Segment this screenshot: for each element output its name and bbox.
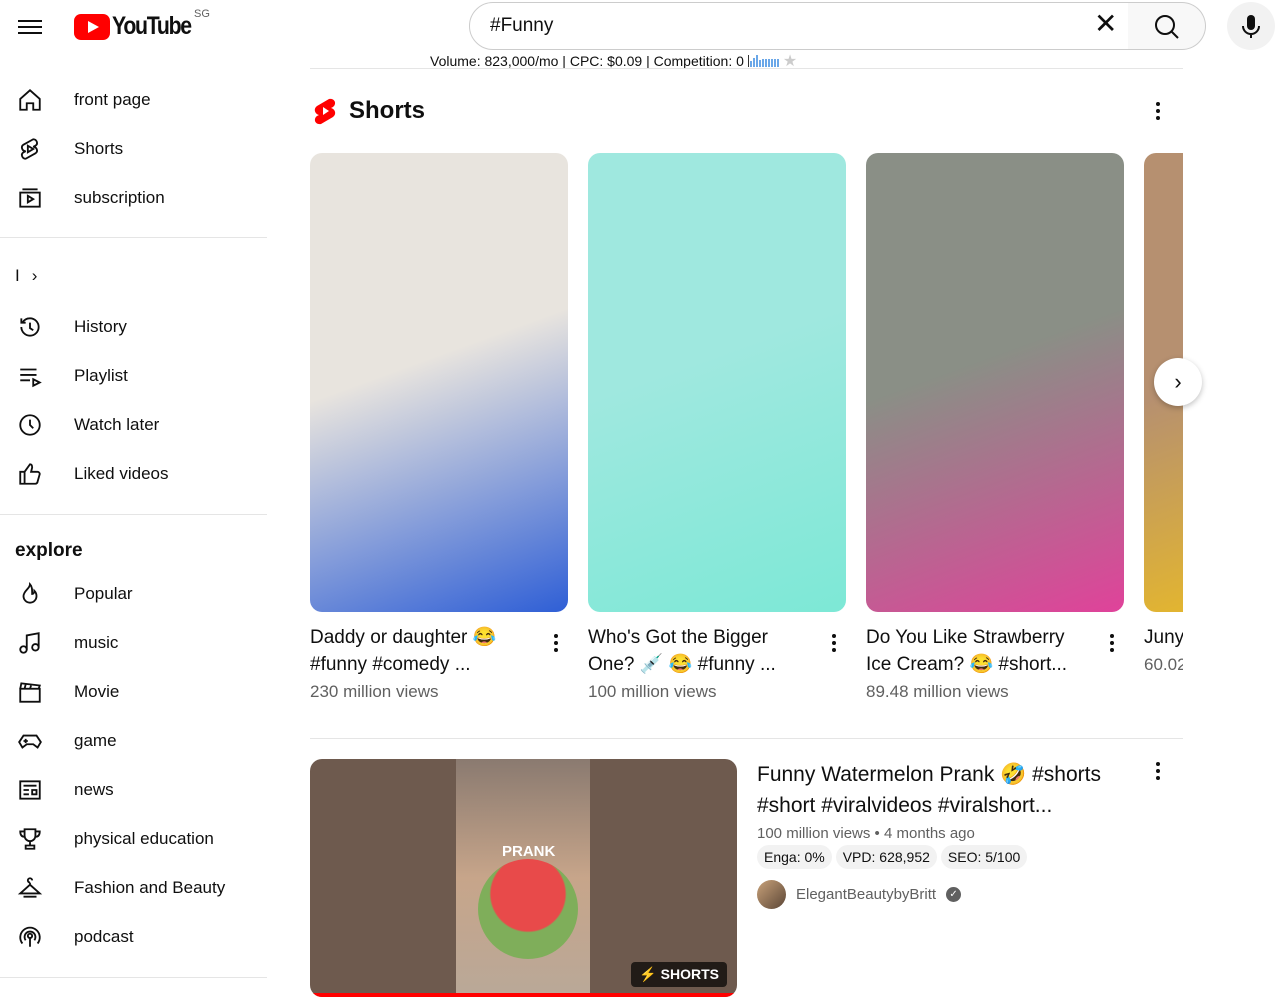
video-title[interactable]: Funny Watermelon Prank 🤣 #shorts #short … xyxy=(757,759,1137,821)
short-more-button[interactable] xyxy=(822,631,846,655)
short-views: 100 million views xyxy=(588,682,717,701)
chevron-right-icon: › xyxy=(31,266,38,285)
region-label: SG xyxy=(194,8,210,20)
divider xyxy=(310,738,1183,739)
shorts-section-header: Shorts xyxy=(313,97,425,125)
channel-link[interactable]: ElegantBeautybyBritt ✓ xyxy=(757,880,962,909)
playlist-icon xyxy=(20,368,42,387)
newspaper-icon xyxy=(19,779,41,800)
verified-icon: ✓ xyxy=(946,887,962,902)
shorts-logo-icon xyxy=(314,98,336,125)
trophy-icon xyxy=(19,827,41,850)
seo-chips: Enga: 0% VPD: 628,952 SEO: 5/100 xyxy=(757,845,1028,869)
short-thumbnail[interactable] xyxy=(588,153,846,612)
short-views: 230 million views xyxy=(310,682,439,701)
sidebar-item-watch-later[interactable]: Watch later xyxy=(0,400,267,449)
short-thumbnail[interactable] xyxy=(866,153,1124,612)
next-arrow-button[interactable]: › xyxy=(1154,358,1202,406)
sidebar-item-popular[interactable]: Popular xyxy=(0,569,267,618)
short-more-button[interactable] xyxy=(544,631,568,655)
home-icon xyxy=(19,88,41,111)
divider xyxy=(0,977,267,978)
short-title[interactable]: Daddy or daughter 😂 #funny #comedy ... xyxy=(310,624,530,678)
subscriptions-icon xyxy=(19,187,41,208)
chevron-right-icon: › xyxy=(1174,369,1182,394)
watch-progress-bar xyxy=(310,993,737,997)
history-icon xyxy=(20,316,40,337)
sidebar-item-history[interactable]: History xyxy=(0,302,267,351)
clear-search-icon[interactable]: ✕ xyxy=(1094,10,1117,38)
music-icon xyxy=(19,631,40,654)
search-button[interactable] xyxy=(1128,2,1206,50)
shorts-badge: ⚡ SHORTS xyxy=(631,962,727,987)
competition-bars xyxy=(747,55,779,67)
sidebar-item-playlist[interactable]: Playlist xyxy=(0,351,267,400)
video-meta: 100 million views • 4 months ago xyxy=(757,825,975,842)
short-views: 60.02 xyxy=(1144,655,1183,674)
vpd-chip: VPD: 628,952 xyxy=(835,845,937,869)
thumbs-up-icon xyxy=(19,462,41,485)
sidebar-item-movie[interactable]: Movie xyxy=(0,667,267,716)
divider xyxy=(0,514,267,515)
sidebar-item-liked-videos[interactable]: Liked videos xyxy=(0,449,267,498)
sidebar-item-podcast[interactable]: podcast xyxy=(0,912,267,961)
short-thumbnail[interactable] xyxy=(310,153,568,612)
microphone-icon xyxy=(1242,15,1260,38)
short-title[interactable]: Juny 😂😂 xyxy=(1144,624,1183,651)
short-more-button[interactable] xyxy=(1100,631,1124,655)
video-thumbnail[interactable]: PRANK ⚡ SHORTS xyxy=(310,759,737,997)
menu-button[interactable] xyxy=(18,16,42,36)
sidebar-item-front-page[interactable]: front page xyxy=(0,75,267,124)
short-card[interactable]: Daddy or daughter 😂 #funny #comedy ... 23… xyxy=(310,153,568,702)
explore-heading: explore xyxy=(15,540,83,561)
divider xyxy=(310,68,1183,69)
clapperboard-icon xyxy=(19,681,41,703)
video-more-button[interactable] xyxy=(1146,759,1170,783)
sidebar-item-music[interactable]: music xyxy=(0,618,267,667)
search-icon xyxy=(1155,15,1179,39)
youtube-logo[interactable]: YouTube xyxy=(74,12,205,41)
short-title[interactable]: Who's Got the Bigger One? 💉 😂 #funny ... xyxy=(588,624,808,678)
short-views: 89.48 million views xyxy=(866,682,1009,701)
shorts-shelf: Daddy or daughter 😂 #funny #comedy ... 23… xyxy=(310,153,1183,723)
fire-icon xyxy=(22,581,38,604)
short-card[interactable]: Juny 😂😂 60.02 xyxy=(1144,153,1183,675)
engagement-chip: Enga: 0% xyxy=(757,845,832,869)
clock-icon xyxy=(19,413,41,436)
avatar[interactable] xyxy=(757,880,786,909)
sidebar-item-fashion-and-beauty[interactable]: Fashion and Beauty xyxy=(0,863,267,912)
hanger-icon xyxy=(17,876,43,898)
shorts-more-button[interactable] xyxy=(1146,99,1170,123)
you-section-link[interactable]: I › xyxy=(15,266,37,286)
short-card[interactable]: Do You Like Strawberry Ice Cream? 😂 #sho… xyxy=(866,153,1124,702)
sidebar-item-physical-education[interactable]: physical education xyxy=(0,814,267,863)
sidebar-item-news[interactable]: news xyxy=(0,765,267,814)
short-card[interactable]: Who's Got the Bigger One? 💉 😂 #funny ...… xyxy=(588,153,846,702)
sidebar-item-game[interactable]: game xyxy=(0,716,267,765)
youtube-play-icon xyxy=(74,13,110,40)
gamepad-icon xyxy=(18,734,42,749)
short-title[interactable]: Do You Like Strawberry Ice Cream? 😂 #sho… xyxy=(866,624,1086,678)
search-input[interactable]: #Funny xyxy=(469,2,1129,50)
sidebar-item-subscription[interactable]: subscription xyxy=(0,173,267,222)
sidebar-item-shorts[interactable]: Shorts xyxy=(0,124,267,173)
podcast-icon xyxy=(19,926,41,947)
divider xyxy=(0,237,267,238)
voice-search-button[interactable] xyxy=(1227,2,1275,50)
seo-chip: SEO: 5/100 xyxy=(940,845,1028,869)
shorts-icon xyxy=(20,137,38,160)
